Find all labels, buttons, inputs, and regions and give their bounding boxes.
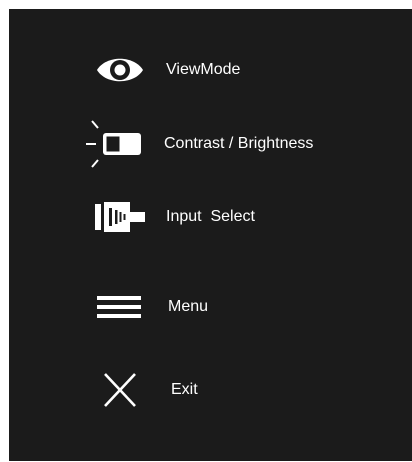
hamburger-menu-icon xyxy=(97,296,141,318)
menu-item-label: Exit xyxy=(171,381,198,398)
eye-icon xyxy=(97,58,143,82)
menu-item-contrast-brightness[interactable]: Contrast / Brightness xyxy=(9,119,412,169)
contrast-brightness-icon xyxy=(86,120,141,168)
menu-item-label: Input Select xyxy=(166,208,255,225)
menu-item-label: Contrast / Brightness xyxy=(164,135,314,152)
menu-item-label: Menu xyxy=(168,298,209,315)
menu-item-exit[interactable]: Exit xyxy=(9,365,412,415)
input-plug-icon xyxy=(95,202,145,232)
menu-item-menu[interactable]: Menu xyxy=(9,282,412,332)
osd-menu-panel: ViewMode Contrast / Brightness Input Sel… xyxy=(9,9,412,461)
menu-item-input-select[interactable]: Input Select xyxy=(9,192,412,242)
close-x-icon xyxy=(104,373,136,407)
menu-item-label: ViewMode xyxy=(166,61,241,78)
menu-item-viewmode[interactable]: ViewMode xyxy=(9,45,412,95)
